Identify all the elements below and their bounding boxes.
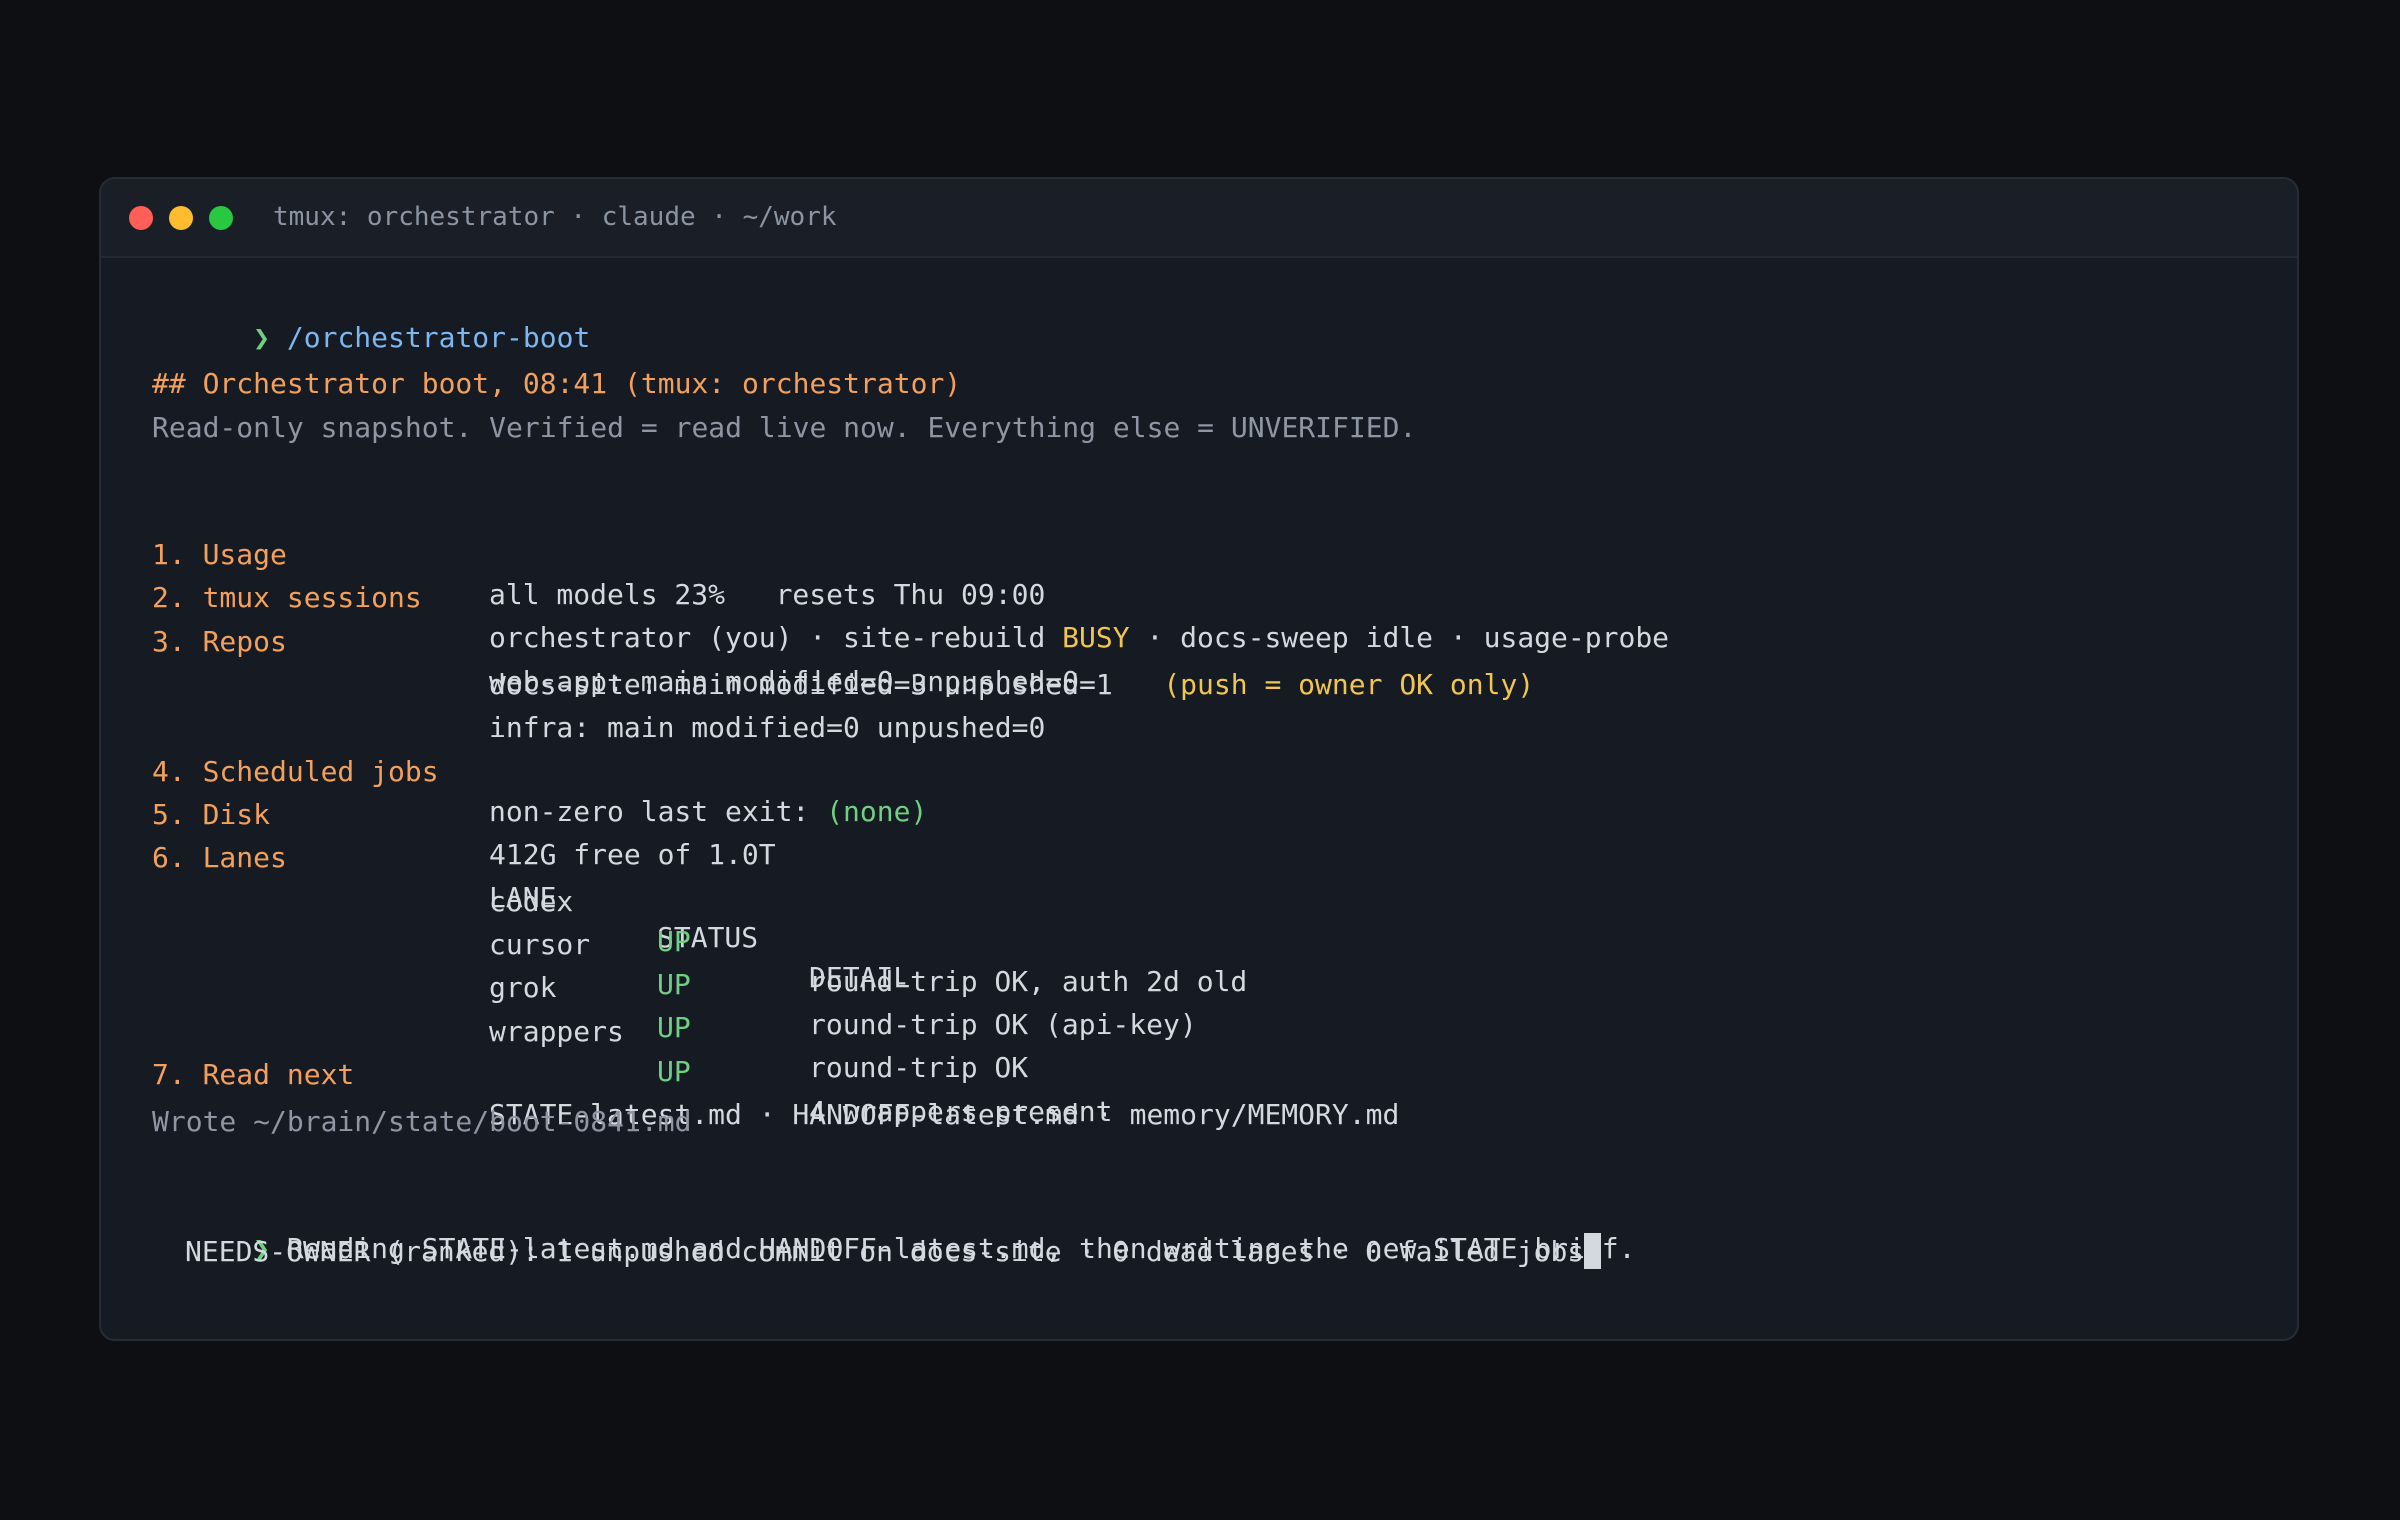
tmux-row: 2. tmux sessions orchestrator (you) · si… [152, 538, 1669, 654]
terminal-output[interactable]: ❯ /orchestrator-boot ## Orchestrator boo… [101, 258, 2297, 1339]
jobs-none: (none) [826, 795, 928, 828]
lane-row: grok UP round-trip OK [152, 928, 1028, 1084]
usage-value: all models 23% resets Thu 09:00 [489, 578, 1046, 611]
lane-row: cursor UP round-trip OK (api-key) [152, 885, 1197, 1041]
disk-row: 5. Disk 412G free of 1.0T [152, 755, 776, 871]
command-text: /orchestrator-boot [286, 321, 591, 354]
push-note: (push = owner OK only) [1163, 668, 1535, 701]
maximize-button[interactable] [209, 206, 233, 230]
busy-badge: BUSY [1062, 621, 1130, 654]
jobs-prefix: non-zero last exit: [489, 795, 827, 828]
boot-header: ## Orchestrator boot, 08:41 (tmux: orche… [152, 367, 962, 400]
lane-status: UP [657, 968, 691, 1001]
lane-name: grok [489, 971, 557, 1004]
response-line: ❯ Reading STATE-latest.md and HANDOFF-la… [152, 1189, 1635, 1265]
repos-row: 3. Repos web-app: main modified=0 unpush… [152, 582, 1079, 698]
lanes-header-row: 6. Lanes LANE STATUS DETAIL [152, 798, 910, 994]
close-button[interactable] [129, 206, 153, 230]
repo-line-text: docs-site: main modified=3 unpushed=1 [489, 668, 1113, 701]
lane-status: UP [657, 1011, 691, 1044]
lane-row: codex UP round-trip OK, auth 2d old [152, 842, 1247, 998]
lane-status: UP [657, 925, 691, 958]
lane-status: UP [657, 1055, 691, 1088]
boot-subheader: Read-only snapshot. Verified = read live… [152, 411, 1417, 444]
repo-line: infra: main modified=0 unpushed=0 [489, 711, 1046, 744]
command-line: ❯ /orchestrator-boot [152, 278, 590, 354]
usage-row: 1. Usage all models 23% resets Thu 09:00 [152, 495, 1045, 611]
read-next-row: 7. Read next STATE-latest.md · HANDOFF-l… [152, 1015, 1399, 1131]
tmux-sessions-prefix: orchestrator (you) · site-rebuild [489, 621, 1063, 654]
cursor-block [1584, 1233, 1602, 1269]
repo-line: docs-site: main modified=3 unpushed=1 (p… [489, 665, 1534, 705]
terminal-window: tmux: orchestrator · claude · ~/work ❯ /… [99, 177, 2299, 1341]
window-title: tmux: orchestrator · claude · ~/work [273, 202, 837, 232]
lane-detail: round-trip OK, auth 2d old [809, 965, 1248, 998]
wrote-line: Wrote ~/brain/state/boot-0841.md [152, 1105, 692, 1138]
lane-row: wrappers UP 4 wrappers present [152, 972, 1112, 1128]
needs-owner-text: NEEDS-OWNER (ranked): 1 unpushed commit … [185, 1235, 1585, 1268]
minimize-button[interactable] [169, 206, 193, 230]
repos-row: docs-site: main modified=3 unpushed=1 (p… [152, 625, 1534, 701]
prompt-icon: ❯ [253, 321, 271, 354]
tmux-value: orchestrator (you) · site-rebuild BUSY ·… [489, 618, 1669, 658]
read-next-label: 7. Read next [152, 1058, 355, 1091]
lane-name: wrappers [489, 1015, 624, 1048]
disk-value: 412G free of 1.0T [489, 838, 776, 871]
title-bar: tmux: orchestrator · claude · ~/work [101, 179, 2297, 258]
lane-detail: round-trip OK [809, 1051, 1029, 1084]
lane-name: cursor [489, 928, 591, 961]
needs-owner-line: NEEDS-OWNER (ranked): 1 unpushed commit … [185, 1232, 1602, 1272]
lane-name: codex [489, 885, 574, 918]
jobs-value: non-zero last exit: (none) [489, 792, 927, 832]
repos-row: infra: main modified=0 unpushed=0 [152, 668, 1045, 744]
tmux-sessions-suffix: · docs-sweep idle · usage-probe [1129, 621, 1670, 654]
lane-detail: round-trip OK (api-key) [809, 1008, 1197, 1041]
jobs-row: 4. Scheduled jobs non-zero last exit: (n… [152, 712, 927, 828]
